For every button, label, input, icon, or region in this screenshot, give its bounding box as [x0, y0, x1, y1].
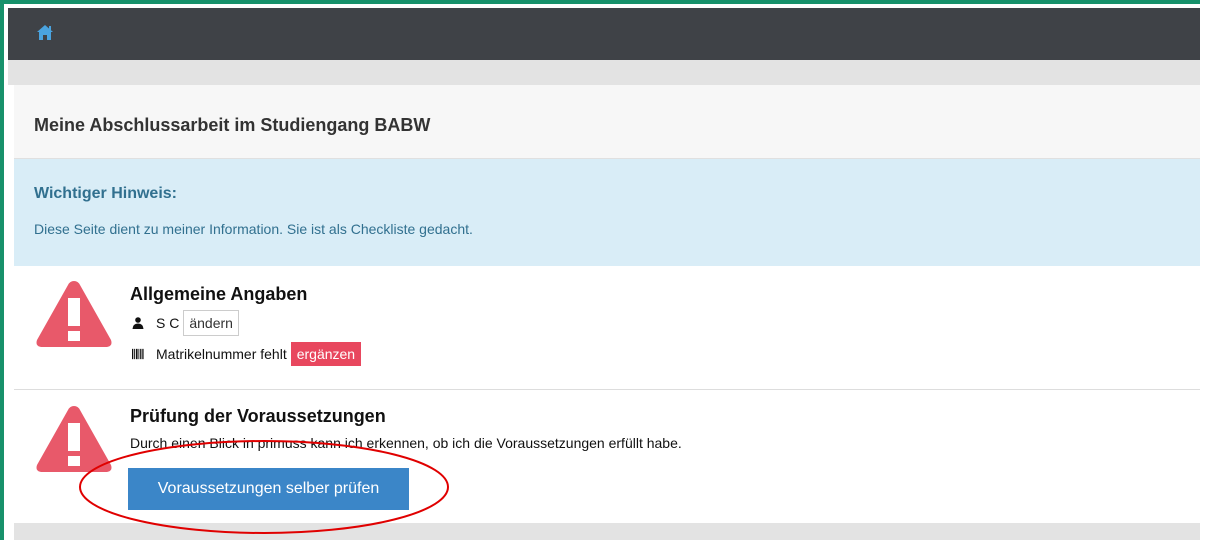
- home-icon[interactable]: [36, 24, 54, 42]
- info-alert: Wichtiger Hinweis: Diese Seite dient zu …: [14, 159, 1200, 266]
- page-title: Meine Abschlussarbeit im Studiengang BAB…: [34, 115, 431, 135]
- top-navbar: [8, 8, 1200, 60]
- requirements-section: Prüfung der Voraussetzungen Durch einen …: [14, 391, 1200, 523]
- requirements-heading: Prüfung der Voraussetzungen: [130, 406, 386, 426]
- matriculation-row: Matrikelnummer fehlt ergänzen: [132, 342, 362, 366]
- barcode-icon: [132, 348, 144, 360]
- warning-icon: [36, 406, 112, 472]
- header-spacer: [8, 60, 1200, 85]
- user-row: S C ändern: [132, 310, 239, 336]
- footer-spacer: [14, 523, 1200, 540]
- matriculation-missing-text: Matrikelnummer fehlt: [156, 346, 287, 362]
- user-name: S C: [156, 315, 180, 331]
- change-name-button[interactable]: ändern: [183, 310, 239, 336]
- general-info-section: Allgemeine Angaben S C ändern Matrikelnu…: [14, 266, 1200, 390]
- requirements-text: Durch einen Blick in primuss kann ich er…: [130, 435, 682, 451]
- general-info-heading: Allgemeine Angaben: [130, 284, 308, 304]
- check-requirements-button[interactable]: Voraussetzungen selber prüfen: [128, 468, 409, 510]
- alert-title: Wichtiger Hinweis:: [34, 185, 177, 202]
- title-panel: Meine Abschlussarbeit im Studiengang BAB…: [14, 85, 1200, 159]
- add-matriculation-button[interactable]: ergänzen: [290, 342, 362, 366]
- user-icon: [132, 317, 144, 329]
- warning-icon: [36, 281, 112, 347]
- alert-text: Diese Seite dient zu meiner Information.…: [34, 221, 473, 237]
